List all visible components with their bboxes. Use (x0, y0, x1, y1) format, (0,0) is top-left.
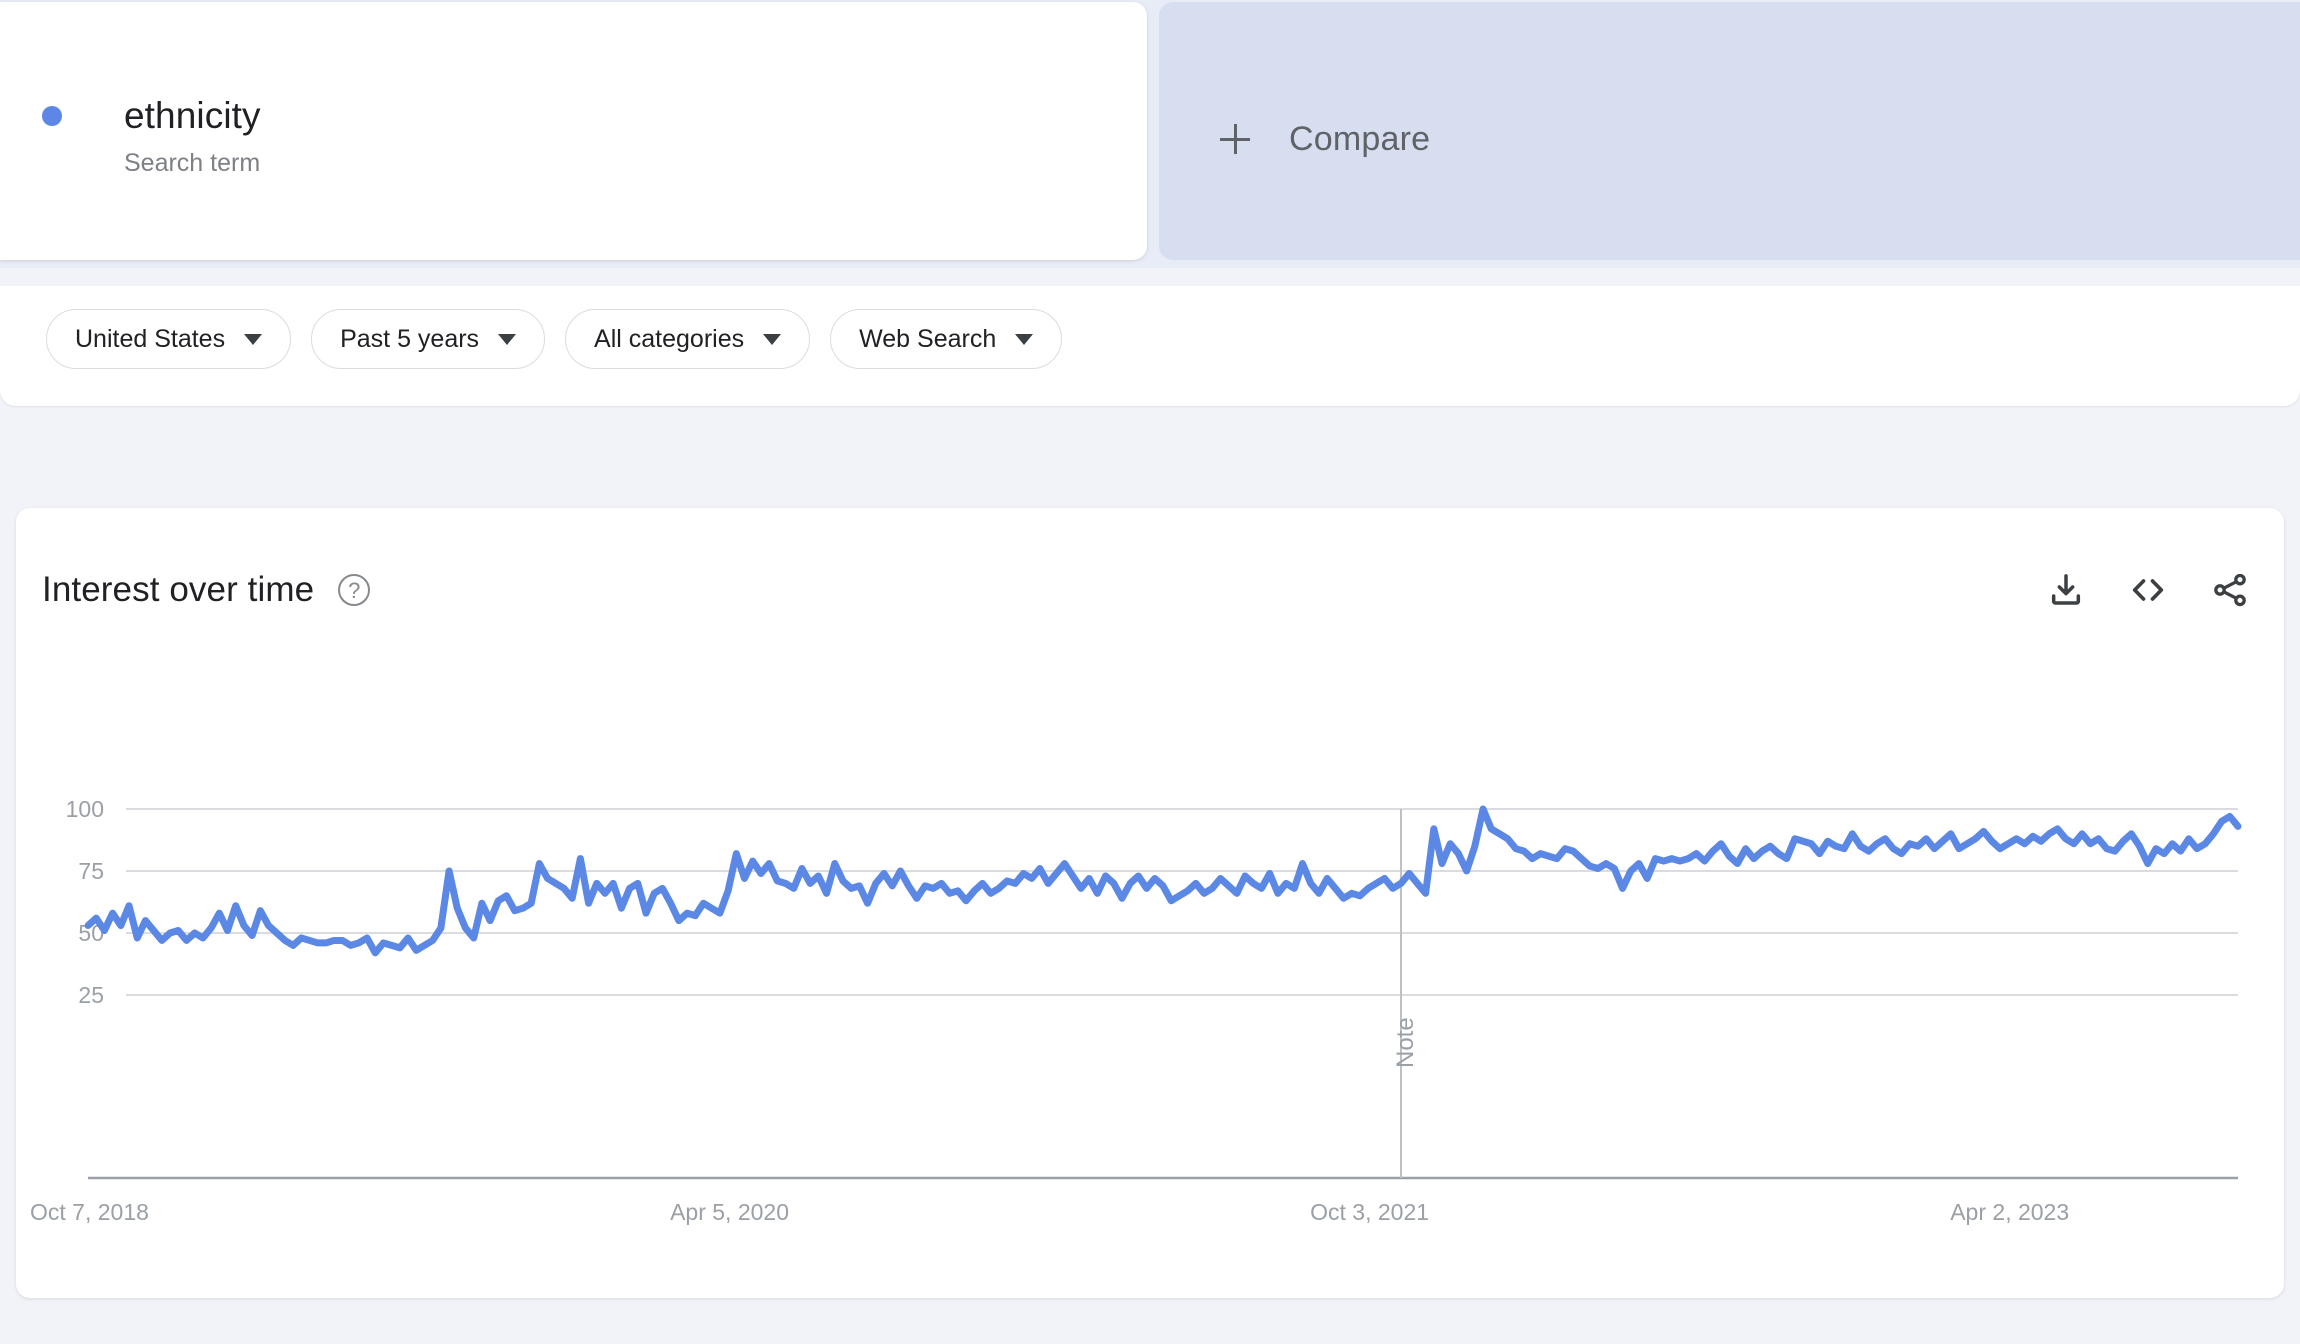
search-term-row: ethnicity Search term (42, 94, 261, 178)
y-axis-tick-label: 75 (78, 858, 104, 884)
x-axis-tick-label: Apr 5, 2020 (670, 1199, 789, 1225)
x-axis-tick-label: Oct 7, 2018 (30, 1199, 149, 1225)
chart-x-axis-labels: Oct 7, 2018 Apr 5, 2020 Oct 3, 2021 Apr 2, … (30, 1199, 2069, 1225)
y-axis-tick-label: 100 (66, 796, 104, 822)
search-term-card[interactable]: ethnicity Search term (0, 2, 1147, 260)
x-axis-tick-label: Apr 2, 2023 (1950, 1199, 2069, 1225)
filter-search-type-label: Web Search (859, 325, 996, 354)
note-marker-label[interactable]: Note (1392, 1017, 1419, 1068)
chart-y-axis-labels: 100755025 (66, 796, 104, 1008)
chevron-down-icon (498, 334, 516, 345)
series-color-dot (42, 106, 62, 126)
interest-over-time-chart[interactable]: 100755025 Oct 7, 2018Apr 5, 2020Oct 3, 2… (16, 508, 2284, 1298)
filter-category[interactable]: All categories (565, 309, 810, 369)
filter-location-label: United States (75, 325, 225, 354)
y-axis-tick-label: 25 (78, 982, 104, 1008)
chevron-down-icon (244, 334, 262, 345)
plus-icon (1220, 124, 1250, 154)
search-term-text: ethnicity Search term (124, 94, 261, 178)
chart-series-line (88, 809, 2238, 953)
query-band: ethnicity Search term Compare (0, 0, 2300, 268)
x-axis-tick-label: Oct 3, 2021 (1310, 1199, 1429, 1225)
search-term-title: ethnicity (124, 94, 261, 138)
filter-search-type[interactable]: Web Search (830, 309, 1062, 369)
filter-category-label: All categories (594, 325, 744, 354)
interest-over-time-card: Interest over time ? 100755025 Oct 7, 20… (16, 508, 2284, 1298)
filter-row: United States Past 5 years All categorie… (46, 309, 1062, 369)
compare-label: Compare (1289, 120, 1430, 159)
search-term-subtitle: Search term (124, 148, 261, 178)
chevron-down-icon (763, 334, 781, 345)
compare-button[interactable]: Compare (1159, 2, 2300, 260)
filter-location[interactable]: United States (46, 309, 291, 369)
chart-note-annotations: Note (1392, 809, 1419, 1178)
filter-time-range-label: Past 5 years (340, 325, 479, 354)
chevron-down-icon (1015, 334, 1033, 345)
compare-inner: Compare (1220, 114, 1430, 164)
filter-time-range[interactable]: Past 5 years (311, 309, 545, 369)
filter-bar: United States Past 5 years All categorie… (0, 286, 2300, 406)
